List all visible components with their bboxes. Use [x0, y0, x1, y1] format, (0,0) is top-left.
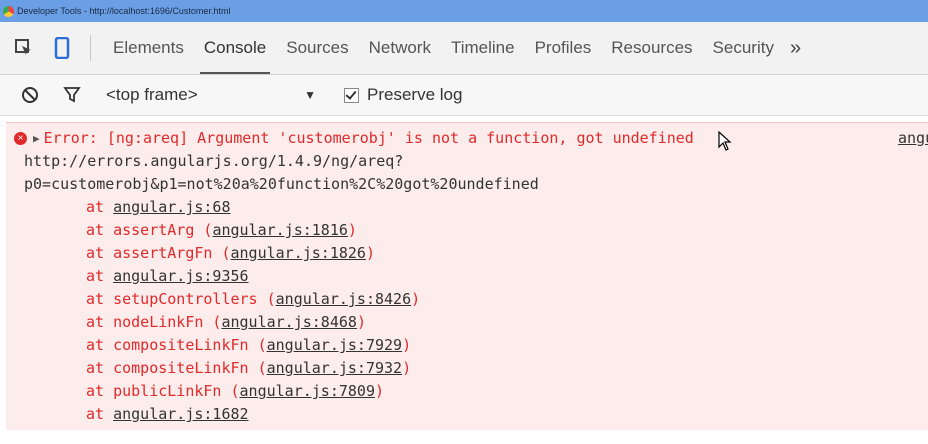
error-message: Error: [ng:areq] Argument 'customerobj' …	[43, 129, 694, 147]
chevron-down-icon: ▼	[304, 88, 316, 102]
stack-frame-link[interactable]: angular.js:1816	[212, 221, 347, 239]
window-titlebar: Developer Tools - http://localhost:1696/…	[0, 0, 928, 22]
stack-frame-at: at	[86, 359, 114, 377]
paren-close: )	[347, 221, 357, 239]
window-title: Developer Tools - http://localhost:1696/…	[17, 6, 231, 16]
stack-frame-at: at	[86, 313, 114, 331]
frame-select-value: <top frame>	[106, 85, 198, 104]
error-message-block: × ▶ Error: [ng:areq] Argument 'customero…	[6, 122, 928, 433]
stack-frame-link[interactable]: angular.js:7932	[267, 359, 402, 377]
device-mode-icon[interactable]	[48, 34, 76, 62]
stack-frame-function: publicLinkFn	[113, 382, 222, 400]
stack-frame-at: at	[86, 405, 114, 423]
stack-frame-link[interactable]: angular.js:8468	[221, 313, 356, 331]
filter-icon[interactable]	[60, 86, 84, 104]
stack-frame-function: nodeLinkFn	[113, 313, 204, 331]
stack-frame-link[interactable]: angular.js:7809	[240, 382, 375, 400]
stack-frame-function: compositeLinkFn	[113, 359, 249, 377]
paren-open: (	[221, 382, 240, 400]
stack-frame: at angular.js:68	[86, 196, 231, 219]
console-prompt[interactable]	[0, 430, 928, 444]
tab-network[interactable]: Network	[359, 22, 441, 74]
stack-frame-link[interactable]: angular.js:8426	[276, 290, 411, 308]
stack-frame-link[interactable]: angular.js:7929	[267, 336, 402, 354]
paren-open: (	[248, 336, 267, 354]
clear-console-icon[interactable]	[18, 86, 42, 104]
stack-frame: at setupControllers (angular.js:8426)	[86, 288, 420, 311]
paren-close: )	[402, 336, 412, 354]
paren-open: (	[194, 221, 213, 239]
paren-close: )	[356, 313, 366, 331]
stack-frame-link[interactable]: angular.js:68	[113, 198, 230, 216]
mouse-cursor-icon	[718, 131, 732, 151]
tab-sources[interactable]: Sources	[276, 22, 358, 74]
error-icon: ×	[14, 132, 27, 145]
more-tabs-button[interactable]: »	[790, 37, 801, 60]
chrome-icon	[3, 5, 14, 17]
paren-close: )	[411, 290, 421, 308]
inspect-element-icon[interactable]	[10, 34, 38, 62]
paren-open: (	[203, 313, 222, 331]
stack-frame-at: at	[86, 382, 114, 400]
tab-resources[interactable]: Resources	[601, 22, 702, 74]
stack-frame-link[interactable]: angular.js:9356	[113, 267, 248, 285]
stack-frame: at nodeLinkFn (angular.js:8468)	[86, 311, 366, 334]
stack-frame-function: assertArg	[113, 221, 195, 239]
console-toolbar: <top frame> ▼ Preserve log	[0, 75, 928, 116]
paren-open: (	[248, 359, 267, 377]
stack-frame-at: at	[86, 290, 114, 308]
preserve-log-label: Preserve log	[367, 85, 463, 104]
error-url-line2[interactable]: p0=customerobj&p1=not%20a%20function%2C%…	[24, 173, 539, 196]
error-url-line1[interactable]: http://errors.angularjs.org/1.4.9/ng/are…	[24, 150, 403, 173]
stack-frame: at angular.js:9356	[86, 265, 249, 288]
stack-frame-at: at	[86, 267, 114, 285]
paren-close: )	[402, 359, 412, 377]
stack-frame: at angular.js:1682	[86, 403, 249, 426]
tab-security[interactable]: Security	[703, 22, 784, 74]
devtools-tabbar: Elements Console Sources Network Timelin…	[0, 22, 928, 75]
stack-frame-at: at	[86, 221, 114, 239]
preserve-log-checkbox[interactable]	[344, 87, 359, 103]
tab-timeline[interactable]: Timeline	[441, 22, 525, 74]
tabbar-divider	[90, 35, 91, 61]
paren-open: (	[212, 244, 231, 262]
stack-frame-link[interactable]: angular.js:1826	[231, 244, 366, 262]
tab-console[interactable]: Console	[194, 22, 276, 74]
stack-frame-function: assertArgFn	[113, 244, 213, 262]
console-output: × ▶ Error: [ng:areq] Argument 'customero…	[0, 116, 928, 444]
expand-triangle-icon[interactable]: ▶	[33, 127, 40, 150]
stack-frame-link[interactable]: angular.js:1682	[113, 405, 248, 423]
stack-frame-at: at	[86, 198, 114, 216]
paren-open: (	[257, 290, 276, 308]
stack-frame: at compositeLinkFn (angular.js:7929)	[86, 334, 411, 357]
stack-frame: at assertArg (angular.js:1816)	[86, 219, 357, 242]
frame-select[interactable]: <top frame> ▼	[106, 85, 316, 105]
stack-frame-function: setupControllers	[113, 290, 258, 308]
paren-close: )	[375, 382, 385, 400]
stack-frame: at compositeLinkFn (angular.js:7932)	[86, 357, 411, 380]
stack-frame: at assertArgFn (angular.js:1826)	[86, 242, 375, 265]
stack-frame-at: at	[86, 244, 114, 262]
stack-frame-at: at	[86, 336, 114, 354]
error-line: × ▶ Error: [ng:areq] Argument 'customero…	[14, 127, 694, 150]
tab-profiles[interactable]: Profiles	[525, 22, 602, 74]
stack-frame-function: compositeLinkFn	[113, 336, 249, 354]
stack-frame: at publicLinkFn (angular.js:7809)	[86, 380, 384, 403]
source-link[interactable]: angu	[898, 127, 928, 150]
paren-close: )	[365, 244, 375, 262]
tab-elements[interactable]: Elements	[103, 22, 194, 74]
